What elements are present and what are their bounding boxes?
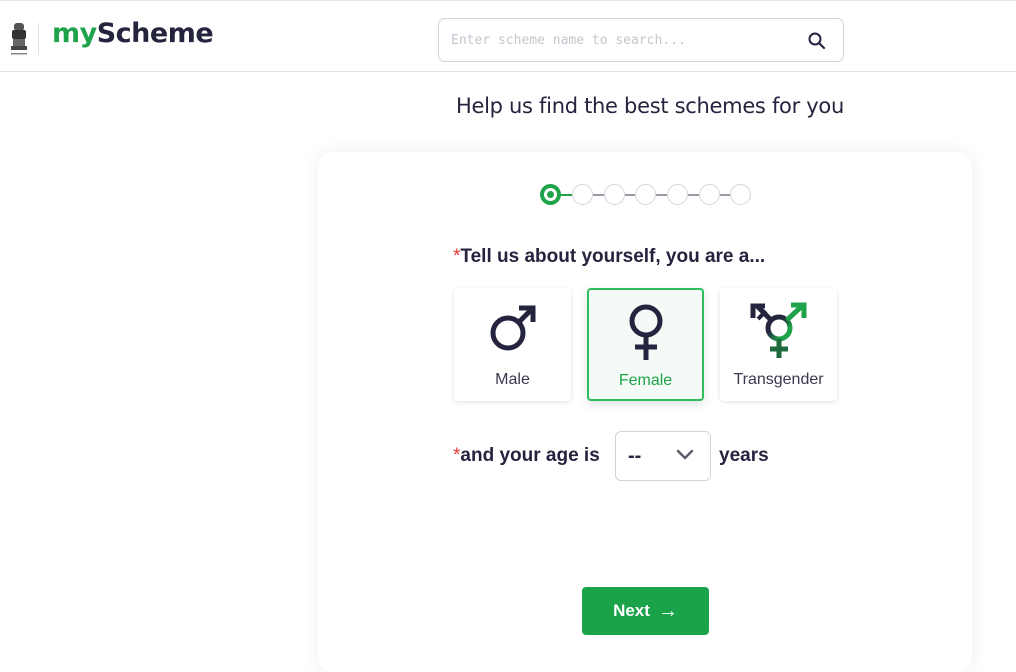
gender-question-label: *Tell us about yourself, you are a...: [453, 246, 765, 268]
step-1: [540, 184, 561, 205]
age-unit-label: years: [719, 445, 769, 466]
logo-prefix: my: [52, 18, 97, 49]
arrow-right-icon: →: [657, 599, 678, 622]
chevron-down-icon: [676, 449, 694, 460]
female-icon: [629, 304, 662, 360]
step-6: [699, 184, 720, 205]
gender-option-transgender[interactable]: Transgender: [720, 288, 837, 401]
step-3: [604, 184, 625, 205]
option-label: Transgender: [733, 371, 824, 388]
gender-option-female[interactable]: Female: [587, 288, 704, 401]
step-7: [730, 184, 751, 205]
transgender-icon: [750, 302, 806, 358]
age-select[interactable]: --: [615, 431, 711, 481]
myscheme-logo[interactable]: myScheme: [52, 18, 214, 49]
gender-option-male[interactable]: Male: [454, 288, 571, 401]
next-button-label: Next: [613, 600, 650, 620]
site-header: myScheme: [0, 1, 1016, 72]
age-question-label: *and your age is: [453, 445, 600, 467]
option-label: Female: [618, 372, 673, 389]
step-5: [667, 184, 688, 205]
step-4: [635, 184, 656, 205]
gender-question-text: Tell us about yourself, you are a...: [460, 246, 766, 267]
logo-suffix: Scheme: [96, 18, 214, 49]
national-emblem-icon: [11, 23, 27, 55]
logo-divider: [38, 23, 39, 55]
next-button[interactable]: Next →: [582, 587, 709, 635]
male-icon: [490, 305, 535, 351]
progress-stepper: [540, 184, 752, 205]
search-icon[interactable]: [807, 31, 827, 51]
age-select-value: --: [628, 445, 642, 467]
search-input[interactable]: [451, 29, 791, 51]
age-question-text: and your age is: [460, 445, 600, 466]
option-label: Male: [495, 371, 530, 388]
step-2: [572, 184, 593, 205]
search-box: [438, 18, 844, 62]
page-title: Help us find the best schemes for you: [455, 94, 844, 118]
